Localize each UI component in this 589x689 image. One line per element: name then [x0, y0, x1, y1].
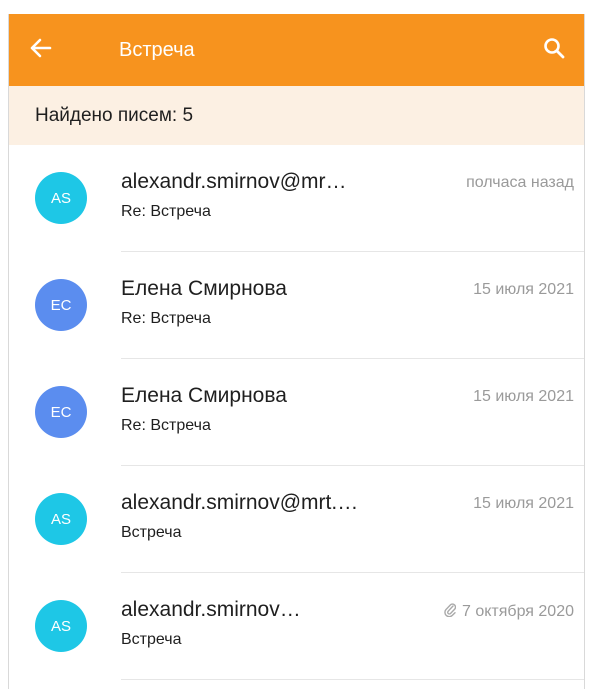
email-subject: Re: Встреча — [121, 310, 211, 327]
paperclip-icon — [444, 602, 457, 622]
email-meta: 15 июля 2021 — [473, 281, 574, 299]
search-icon — [543, 37, 565, 64]
email-meta: 15 июля 2021 — [473, 388, 574, 406]
email-list-item[interactable]: AS alexandr.smirnov@mrt.… Встреча 15 июля 2… — [9, 466, 584, 573]
arrow-left-icon — [30, 38, 52, 63]
email-sender: alexandr.smirnov… — [121, 598, 301, 621]
search-button[interactable] — [524, 14, 584, 86]
email-subject: Встреча — [121, 631, 182, 648]
email-date: 7 октября 2020 — [462, 603, 574, 620]
sender-avatar: EC — [35, 386, 87, 438]
email-date: 15 июля 2021 — [473, 495, 574, 512]
email-list-item[interactable]: EC Елена Смирнова Re: Встреча 15 июля 2021 — [9, 359, 584, 466]
email-date: полчаса назад — [466, 174, 574, 191]
search-query-title: Встреча — [119, 38, 195, 61]
email-subject: Встреча — [121, 524, 182, 541]
email-sender: alexandr.smirnov@mrt.… — [121, 491, 359, 514]
email-list-item[interactable]: AS alexandr.smirnov@mr… Re: Встреча полчаса… — [9, 145, 584, 252]
email-date: 15 июля 2021 — [473, 281, 574, 298]
email-meta: 15 июля 2021 — [473, 495, 574, 513]
row-divider — [121, 679, 584, 680]
email-sender: Елена Смирнова — [121, 277, 287, 300]
app-frame: Встреча Найдено писем: 5 AS alexandr.smir… — [8, 14, 585, 689]
email-sender: Елена Смирнова — [121, 384, 287, 407]
email-sender: alexandr.smirnov@mr… — [121, 170, 347, 193]
email-subject: Re: Встреча — [121, 203, 211, 220]
results-count-bar: Найдено писем: 5 — [9, 86, 584, 145]
sender-avatar: AS — [35, 600, 87, 652]
email-list: AS alexandr.smirnov@mr… Re: Встреча полчаса… — [9, 145, 584, 680]
sender-avatar: AS — [35, 172, 87, 224]
email-subject: Re: Встреча — [121, 417, 211, 434]
email-list-item[interactable]: EC Елена Смирнова Re: Встреча 15 июля 2021 — [9, 252, 584, 359]
email-date: 15 июля 2021 — [473, 388, 574, 405]
back-button[interactable] — [9, 14, 73, 86]
email-list-item[interactable]: AS alexandr.smirnov… Встреча 7 октября 2020 — [9, 573, 584, 680]
sender-avatar: EC — [35, 279, 87, 331]
results-count-label: Найдено писем: 5 — [35, 104, 194, 126]
email-meta: полчаса назад — [466, 174, 574, 192]
sender-avatar: AS — [35, 493, 87, 545]
email-meta: 7 октября 2020 — [444, 602, 574, 622]
app-bar: Встреча — [9, 14, 584, 86]
